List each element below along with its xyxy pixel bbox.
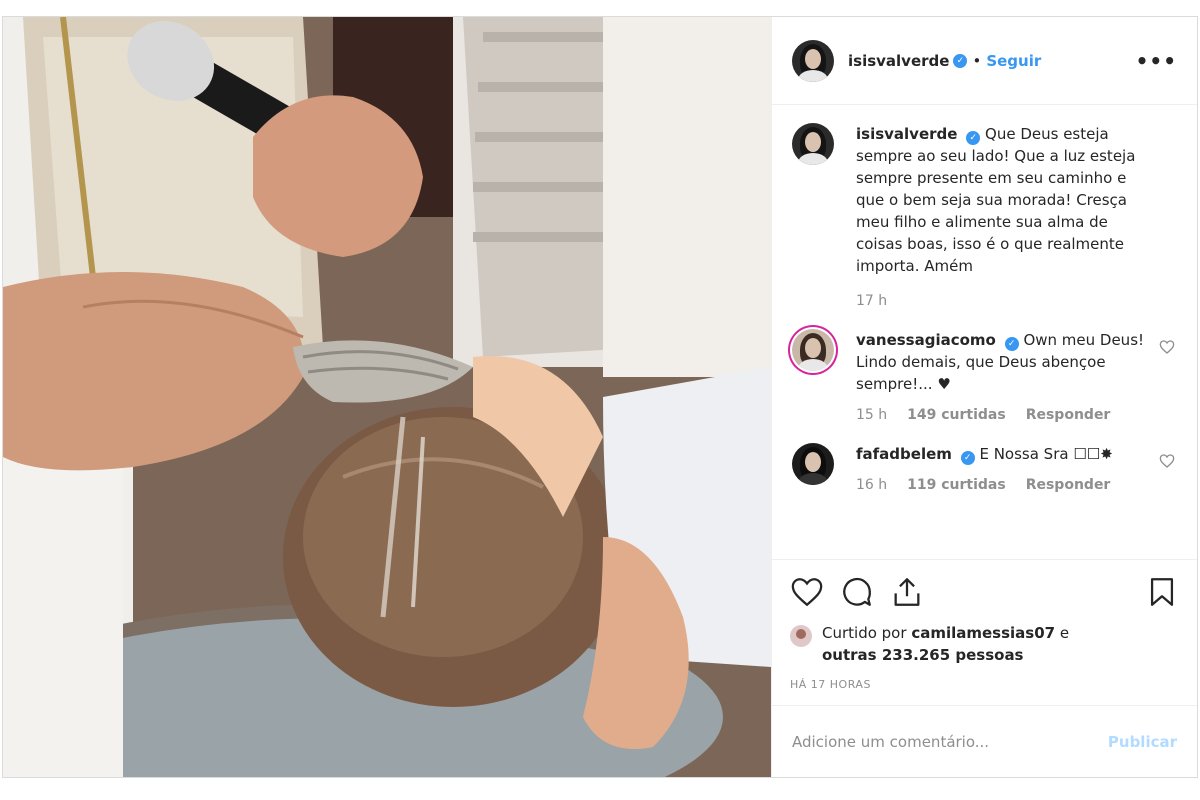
verified-badge-icon: ✓ — [960, 451, 975, 465]
caption-text: isisvalverde ✓ Que Deus esteja sempre ao… — [856, 123, 1151, 277]
comment-time[interactable]: 15 h — [856, 407, 887, 423]
likes-prefix: Curtido por — [822, 624, 907, 642]
comment-text: fafadbelem ✓ E Nossa Sra ☐☐✸ — [856, 443, 1151, 465]
commenter-avatar[interactable] — [792, 329, 834, 371]
bookmark-icon[interactable] — [1145, 575, 1179, 609]
comment-input[interactable] — [792, 732, 1108, 751]
verified-badge-icon: ✓ — [966, 131, 981, 145]
instagram-post: isisvalverde ✓ • Seguir ••• isisvalverde… — [2, 16, 1198, 778]
post-photo[interactable] — [3, 17, 771, 777]
comment-username[interactable]: vanessagiacomo — [856, 331, 996, 349]
comment-likes[interactable]: 119 curtidas — [907, 477, 1006, 493]
reply-button[interactable]: Responder — [1026, 407, 1111, 423]
likes-summary: Curtido por camilamessias07 e outras 233… — [790, 622, 1179, 666]
liker-avatar[interactable] — [790, 625, 812, 647]
add-comment-bar: Publicar — [772, 705, 1197, 777]
reply-button[interactable]: Responder — [1026, 477, 1111, 493]
publish-button[interactable]: Publicar — [1108, 733, 1177, 751]
comment-time[interactable]: 16 h — [856, 477, 887, 493]
follow-button[interactable]: Seguir — [986, 52, 1041, 70]
share-icon[interactable] — [890, 575, 924, 609]
commenter-avatar[interactable] — [792, 443, 834, 485]
separator-dot: • — [972, 51, 982, 70]
heart-icon[interactable] — [790, 575, 824, 609]
verified-badge-icon: ✓ — [953, 53, 968, 68]
comment-icon[interactable] — [840, 575, 874, 609]
post-actions: Curtido por camilamessias07 e outras 233… — [772, 559, 1197, 705]
comment-item: vanessagiacomo ✓ Own meu Deus! Lindo dem… — [792, 329, 1177, 423]
comment-heart-icon[interactable] — [1159, 339, 1175, 355]
comment-item: fafadbelem ✓ E Nossa Sra ☐☐✸ 16 h 119 cu… — [792, 443, 1177, 493]
post-header: isisvalverde ✓ • Seguir ••• — [772, 17, 1197, 105]
comment-body: E Nossa Sra ☐☐✸ — [979, 445, 1113, 463]
caption-body: Que Deus esteja sempre ao seu lado! Que … — [856, 125, 1136, 275]
comment-text: vanessagiacomo ✓ Own meu Deus! Lindo dem… — [856, 329, 1151, 395]
likes-mid: e — [1059, 624, 1070, 642]
baptism-photo — [3, 17, 771, 777]
comment-heart-icon[interactable] — [1159, 453, 1175, 469]
caption-avatar[interactable] — [792, 123, 834, 165]
comment-username[interactable]: fafadbelem — [856, 445, 952, 463]
post-timestamp[interactable]: HÁ 17 HORAS — [790, 678, 1179, 705]
liker-username[interactable]: camilamessias07 — [911, 624, 1055, 642]
caption-username[interactable]: isisvalverde — [856, 125, 957, 143]
caption: isisvalverde ✓ Que Deus esteja sempre ao… — [792, 123, 1177, 309]
likes-others[interactable]: outras 233.265 pessoas — [822, 646, 1024, 664]
author-avatar[interactable] — [792, 39, 834, 82]
post-sidebar: isisvalverde ✓ • Seguir ••• isisvalverde… — [771, 17, 1197, 777]
more-options-icon[interactable]: ••• — [1136, 49, 1177, 73]
verified-badge-icon: ✓ — [1004, 337, 1019, 351]
comment-likes[interactable]: 149 curtidas — [907, 407, 1006, 423]
author-username[interactable]: isisvalverde — [848, 52, 949, 70]
caption-time[interactable]: 17 h — [856, 293, 887, 309]
comments-section[interactable]: isisvalverde ✓ Que Deus esteja sempre ao… — [772, 105, 1197, 559]
